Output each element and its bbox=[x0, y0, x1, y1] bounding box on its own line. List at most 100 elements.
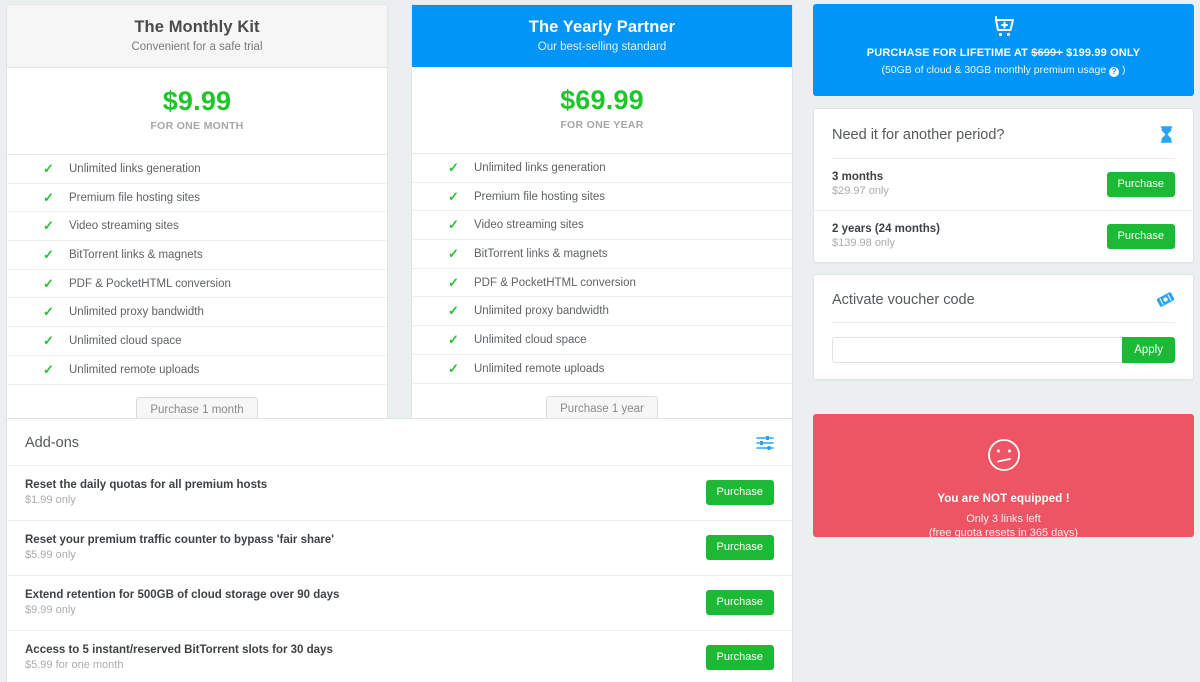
addon-info: Extend retention for 500GB of cloud stor… bbox=[25, 589, 339, 616]
check-icon: ✓ bbox=[448, 217, 459, 233]
period-name: 3 months bbox=[832, 171, 884, 183]
panel-title: Activate voucher code bbox=[832, 291, 975, 308]
check-icon: ✓ bbox=[43, 218, 54, 234]
list-item: ✓ Unlimited proxy bandwidth bbox=[412, 297, 792, 327]
feature-label: PDF & PocketHTML conversion bbox=[69, 277, 231, 290]
plan-price: $9.99 bbox=[162, 86, 232, 116]
plan-period: FOR ONE MONTH bbox=[150, 120, 244, 132]
addon-name: Extend retention for 500GB of cloud stor… bbox=[25, 589, 340, 601]
check-icon: ✓ bbox=[448, 245, 459, 261]
list-item: ✓ Unlimited remote uploads bbox=[7, 356, 387, 385]
billing-page: The Monthly Kit Convenient for a safe tr… bbox=[0, 0, 1200, 682]
plan-price-block: $69.99 FOR ONE YEAR bbox=[412, 67, 792, 154]
plan-price-block: $9.99 FOR ONE MONTH bbox=[7, 68, 387, 155]
check-icon: ✓ bbox=[448, 360, 459, 376]
addon-price: $1.99 only bbox=[25, 494, 76, 506]
voucher-ticket-icon bbox=[1156, 291, 1175, 308]
feature-label: Unlimited cloud space bbox=[474, 333, 587, 346]
help-icon[interactable]: ? bbox=[1109, 67, 1120, 77]
status-links-left: Only 3 links left bbox=[966, 513, 1041, 525]
table-row: Reset the daily quotas for all premium h… bbox=[7, 465, 792, 520]
addon-name: Reset your premium traffic counter to by… bbox=[25, 534, 335, 546]
plan-price: $69.99 bbox=[560, 85, 644, 115]
lifetime-old-price: $699+ bbox=[1031, 47, 1063, 59]
voucher-code-input[interactable] bbox=[832, 337, 1123, 363]
list-item: ✓ Premium file hosting sites bbox=[7, 184, 387, 213]
panel-header: Need it for another period? bbox=[814, 109, 1193, 158]
period-price: $29.97 only bbox=[832, 185, 889, 197]
addon-price: $9.99 only bbox=[25, 604, 76, 616]
divider bbox=[832, 322, 1175, 323]
plan-feature-list: ✓ Unlimited links generation ✓ Premium f… bbox=[412, 154, 792, 384]
addon-info: Access to 5 instant/reserved BitTorrent … bbox=[25, 644, 333, 671]
plan-card-yearly: The Yearly Partner Our best-selling stan… bbox=[411, 4, 793, 437]
purchase-3-months-button[interactable]: Purchase bbox=[1106, 171, 1175, 197]
check-icon: ✓ bbox=[43, 361, 54, 377]
plan-title: The Monthly Kit bbox=[134, 18, 260, 36]
plan-card-monthly: The Monthly Kit Convenient for a safe tr… bbox=[6, 4, 388, 438]
feature-label: Premium file hosting sites bbox=[474, 190, 606, 203]
panel-header: Add-ons bbox=[7, 419, 792, 465]
feature-label: Premium file hosting sites bbox=[69, 191, 201, 204]
addon-info: Reset your premium traffic counter to by… bbox=[25, 534, 334, 561]
purchase-2-years-button[interactable]: Purchase bbox=[1106, 223, 1175, 249]
sliders-icon[interactable] bbox=[756, 435, 774, 451]
lifetime-sub-suffix: ) bbox=[1119, 64, 1126, 76]
addon-name: Access to 5 instant/reserved BitTorrent … bbox=[25, 644, 333, 656]
feature-label: Unlimited proxy bandwidth bbox=[474, 305, 609, 318]
apply-voucher-button[interactable]: Apply bbox=[1122, 337, 1175, 363]
feature-label: Video streaming sites bbox=[474, 219, 584, 232]
addons-panel: Add-ons Reset the daily quotas for all p… bbox=[6, 418, 793, 682]
check-icon: ✓ bbox=[43, 304, 54, 320]
check-icon: ✓ bbox=[43, 332, 54, 348]
period-info: 3 months $29.97 only bbox=[832, 171, 889, 197]
check-icon: ✓ bbox=[448, 188, 459, 204]
lifetime-headline-prefix: PURCHASE FOR LIFETIME AT bbox=[866, 47, 1032, 59]
check-icon: ✓ bbox=[448, 159, 459, 175]
period-name: 2 years (24 months) bbox=[832, 223, 941, 235]
plan-title: The Yearly Partner bbox=[528, 18, 676, 36]
voucher-panel: Activate voucher code Apply bbox=[813, 274, 1194, 380]
list-item: ✓ Unlimited links generation bbox=[412, 154, 792, 183]
purchase-addon-button[interactable]: Purchase bbox=[705, 535, 774, 560]
list-item: ✓ Unlimited cloud space bbox=[7, 327, 387, 356]
account-status-box: You are NOT equipped ! Only 3 links left… bbox=[813, 414, 1194, 539]
purchase-addon-button[interactable]: Purchase bbox=[705, 590, 774, 615]
plan-header-monthly: The Monthly Kit Convenient for a safe tr… bbox=[7, 5, 387, 68]
addon-name: Reset the daily quotas for all premium h… bbox=[25, 479, 268, 491]
check-icon: ✓ bbox=[448, 331, 459, 347]
list-item: ✓ PDF & PocketHTML conversion bbox=[412, 269, 792, 298]
list-item: ✓ Unlimited remote uploads bbox=[412, 355, 792, 384]
feature-label: Unlimited remote uploads bbox=[474, 362, 605, 375]
feature-label: Unlimited links generation bbox=[474, 161, 606, 174]
plan-period: FOR ONE YEAR bbox=[560, 119, 644, 131]
purchase-addon-button[interactable]: Purchase bbox=[705, 480, 774, 505]
lifetime-purchase-banner[interactable]: PURCHASE FOR LIFETIME AT $699+ $199.99 O… bbox=[813, 4, 1194, 96]
lifetime-new-price: $199.99 ONLY bbox=[1062, 47, 1141, 59]
feature-label: PDF & PocketHTML conversion bbox=[474, 276, 636, 289]
feature-label: BitTorrent links & magnets bbox=[474, 247, 608, 260]
feature-label: Unlimited cloud space bbox=[69, 334, 182, 347]
feature-label: Video streaming sites bbox=[69, 220, 179, 233]
purchase-addon-button[interactable]: Purchase bbox=[705, 645, 774, 670]
plan-subtitle: Our best-selling standard bbox=[537, 41, 667, 53]
feature-label: Unlimited proxy bandwidth bbox=[69, 306, 204, 319]
voucher-form: Apply bbox=[814, 337, 1193, 379]
addon-price: $5.99 only bbox=[25, 549, 76, 561]
hourglass-icon bbox=[1158, 125, 1175, 144]
check-icon: ✓ bbox=[43, 160, 54, 176]
plan-subtitle: Convenient for a safe trial bbox=[131, 41, 263, 53]
feature-label: Unlimited links generation bbox=[69, 162, 201, 175]
other-periods-panel: Need it for another period? 3 months $29… bbox=[813, 108, 1194, 263]
list-item: ✓ Unlimited proxy bandwidth bbox=[7, 298, 387, 328]
list-item: ✓ BitTorrent links & magnets bbox=[412, 240, 792, 269]
table-row: Access to 5 instant/reserved BitTorrent … bbox=[7, 630, 792, 682]
check-icon: ✓ bbox=[448, 274, 459, 290]
status-title: You are NOT equipped ! bbox=[937, 493, 1070, 505]
status-quota-reset: (free quota resets in 365 days) bbox=[928, 527, 1079, 539]
period-option-row: 2 years (24 months) $139.98 only Purchas… bbox=[814, 210, 1193, 262]
confused-face-icon bbox=[813, 436, 1194, 479]
panel-title: Add-ons bbox=[25, 435, 80, 451]
check-icon: ✓ bbox=[448, 303, 459, 319]
lifetime-sub-prefix: (50GB of cloud & 30GB monthly premium us… bbox=[881, 64, 1110, 76]
